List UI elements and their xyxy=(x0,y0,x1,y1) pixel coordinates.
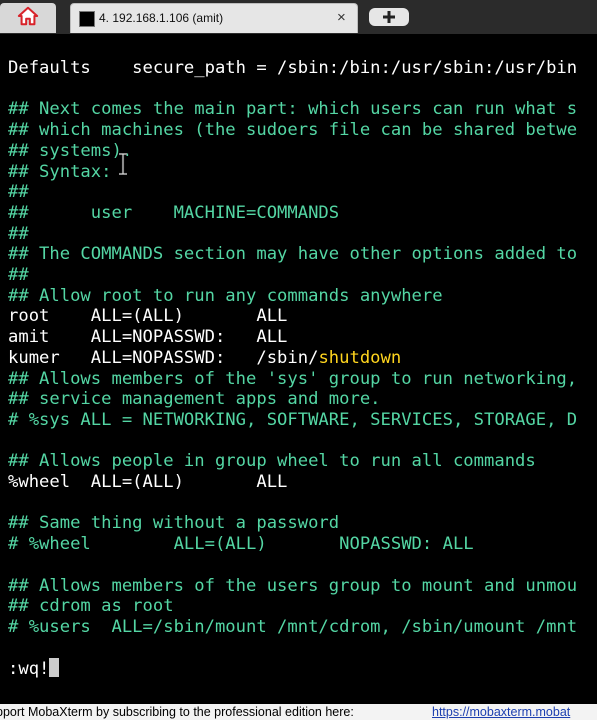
terminal-text: ## Syntax: xyxy=(8,161,112,182)
highlighted-text: shutdown xyxy=(318,347,402,368)
terminal-line: ## Allow root to run any commands anywhe… xyxy=(8,286,443,307)
terminal-text: ## service management apps and more. xyxy=(8,389,381,410)
terminal-line: %wheel ALL=(ALL) ALL xyxy=(8,472,287,493)
tab-bar: 4. 192.168.1.106 (amit) × xyxy=(0,0,597,35)
terminal-text: ## cdrom as root xyxy=(8,596,174,617)
status-bar: pport MobaXterm by subscribing to the pr… xyxy=(0,704,597,720)
terminal-line: # %wheel ALL=(ALL) NOPASSWD: ALL xyxy=(8,534,474,555)
session-tab[interactable]: 4. 192.168.1.106 (amit) × xyxy=(70,3,358,33)
terminal-area[interactable]: Defaults secure_path = /sbin:/bin:/usr/s… xyxy=(0,34,597,704)
terminal-text: kumer ALL=NOPASSWD: /sbin/ xyxy=(8,347,319,368)
new-tab-button[interactable] xyxy=(369,8,409,26)
terminal-text: # %wheel ALL=(ALL) NOPASSWD: ALL xyxy=(8,534,474,555)
terminal-text: ## Allows people in group wheel to run a… xyxy=(8,451,536,472)
session-tab-label: 4. 192.168.1.106 (amit) xyxy=(99,11,224,25)
terminal-text: ## xyxy=(8,182,29,203)
status-message: pport MobaXterm by subscribing to the pr… xyxy=(0,705,354,719)
terminal-cursor xyxy=(49,658,60,678)
terminal-text: ## user MACHINE=COMMANDS xyxy=(8,202,340,223)
terminal-line: amit ALL=NOPASSWD: ALL xyxy=(8,327,287,348)
terminal-line: kumer ALL=NOPASSWD: /sbin/shutdown xyxy=(8,348,401,369)
terminal-text: ## Next comes the main part: which users… xyxy=(8,99,578,120)
terminal-text: ## which machines (the sudoers file can … xyxy=(8,120,578,141)
terminal-line: :wq! xyxy=(8,658,60,680)
terminal-line: ## Next comes the main part: which users… xyxy=(8,99,577,120)
terminal-text: ## Allows members of the 'sys' group to … xyxy=(8,368,578,389)
terminal-line: ## which machines (the sudoers file can … xyxy=(8,120,577,141)
home-tab[interactable] xyxy=(0,3,56,33)
terminal-line: ## systems). xyxy=(8,141,132,162)
terminal-line: ## xyxy=(8,224,29,245)
terminal-text: Defaults secure_path = /sbin:/bin:/usr/s… xyxy=(8,58,578,78)
terminal-line: root ALL=(ALL) ALL xyxy=(8,306,287,327)
terminal-line: Defaults secure_path = /sbin:/bin:/usr/s… xyxy=(8,58,577,79)
home-icon xyxy=(17,5,39,31)
terminal-text: ## Allow root to run any commands anywhe… xyxy=(8,285,443,306)
terminal-line: ## Allows members of the users group to … xyxy=(8,576,577,597)
terminal-line: # %sys ALL = NETWORKING, SOFTWARE, SERVI… xyxy=(8,410,577,431)
terminal-line: ## Syntax: xyxy=(8,162,111,183)
terminal-text: :wq! xyxy=(8,659,50,680)
terminal-line: ## Allows people in group wheel to run a… xyxy=(8,451,536,472)
terminal-line: # %users ALL=/sbin/mount /mnt/cdrom, /sb… xyxy=(8,617,577,638)
terminal-text: root ALL=(ALL) ALL xyxy=(8,306,288,327)
text-cursor-icon xyxy=(119,153,127,175)
terminal-line: ## Same thing without a password xyxy=(8,513,339,534)
plus-icon xyxy=(383,8,395,27)
terminal-text: ## The COMMANDS section may have other o… xyxy=(8,244,578,265)
terminal-line: ## Allows members of the 'sys' group to … xyxy=(8,369,577,390)
terminal-text: ## Allows members of the users group to … xyxy=(8,575,578,596)
terminal-line: ## xyxy=(8,182,29,203)
terminal-line: ## user MACHINE=COMMANDS xyxy=(8,203,339,224)
terminal-text: ## xyxy=(8,265,29,285)
terminal-text: ## systems). xyxy=(8,140,133,161)
terminal-line: ## xyxy=(8,265,29,286)
terminal-text: amit ALL=NOPASSWD: ALL xyxy=(8,327,288,348)
terminal-text: # %sys ALL = NETWORKING, SOFTWARE, SERVI… xyxy=(8,409,578,430)
terminal-text: %wheel ALL=(ALL) ALL xyxy=(8,472,288,492)
terminal-text: ## xyxy=(8,223,29,244)
terminal-line: ## service management apps and more. xyxy=(8,389,381,410)
terminal-icon xyxy=(79,11,95,27)
terminal-line: ## The COMMANDS section may have other o… xyxy=(8,244,577,265)
terminal-text: # %users ALL=/sbin/mount /mnt/cdrom, /sb… xyxy=(8,616,578,637)
terminal-text: ## Same thing without a password xyxy=(8,513,340,534)
status-link[interactable]: https://mobaxterm.mobat xyxy=(432,705,570,719)
close-tab-button[interactable]: × xyxy=(337,9,346,26)
terminal-line: ## cdrom as root xyxy=(8,596,174,617)
